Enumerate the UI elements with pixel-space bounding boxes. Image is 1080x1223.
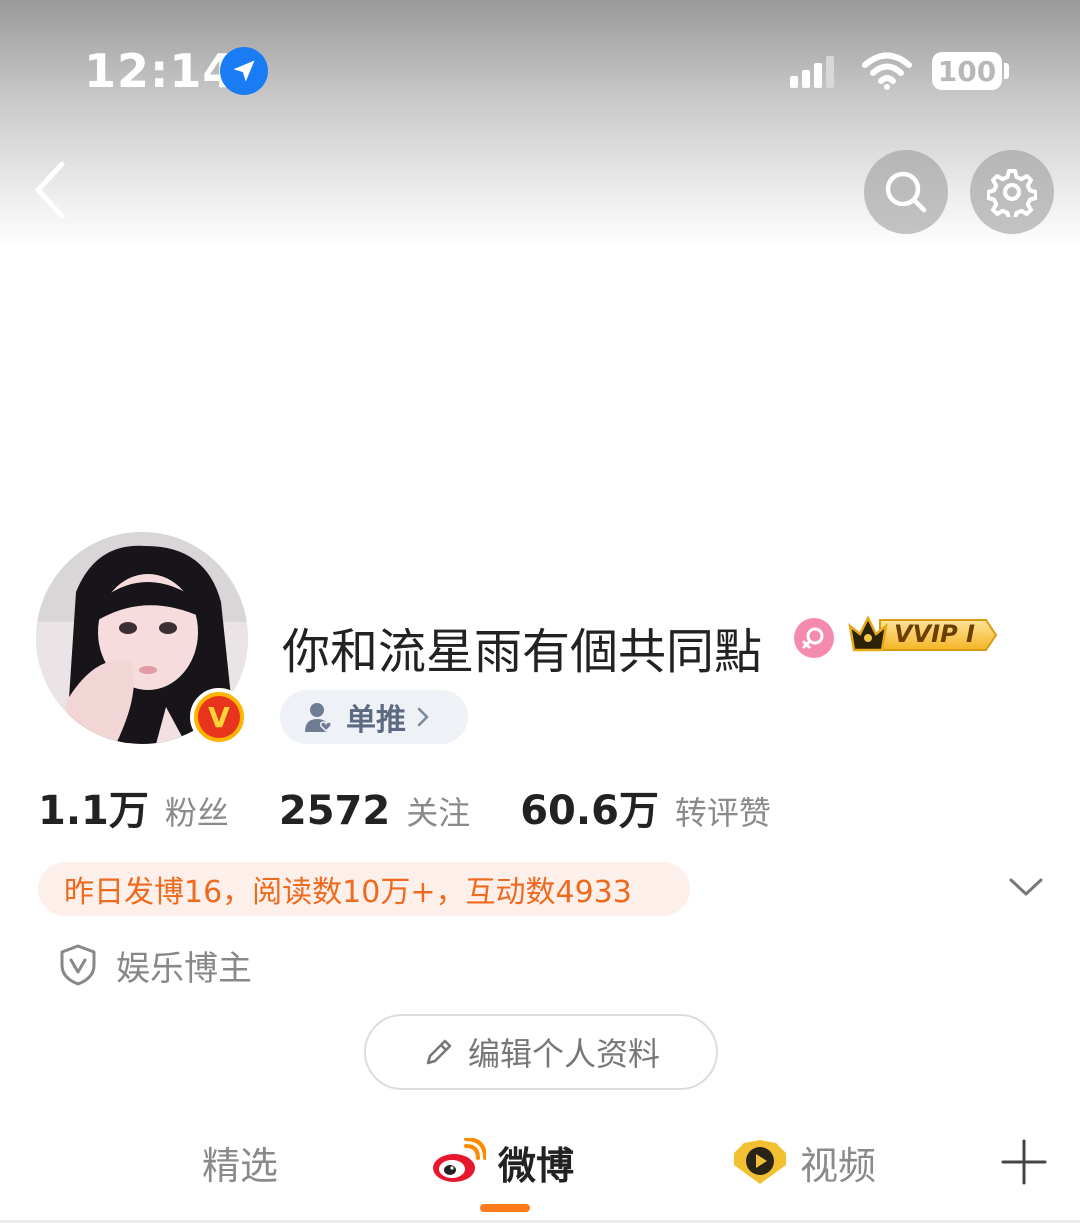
add-tab-button[interactable] [1000,1138,1048,1186]
battery-level: 100 [937,54,997,88]
edit-profile-label: 编辑个人资料 [467,1035,660,1073]
status-time: 12:14 [84,44,236,98]
edit-profile-button[interactable]: 编辑个人资料 [364,1014,718,1090]
category-label: 娱乐博主 [116,948,252,989]
vvip-label: VVIP I [894,620,975,648]
username: 你和流星雨有個共同點 [282,624,763,680]
activity-text: 昨日发博16，阅读数10万+，互动数4933 [64,875,632,910]
tab-label: 精选 [202,1143,279,1188]
cellular-signal-icon [790,56,834,88]
stat-value: 60.6万 [520,788,659,834]
stat-value: 2572 [278,788,391,834]
chevron-right-icon [417,707,429,727]
tab-video[interactable]: 视频 [732,1132,876,1192]
female-gender-icon [794,618,834,658]
search-icon [885,171,927,213]
fan-tag-label: 单推 [346,703,406,738]
activity-summary[interactable]: 昨日发博16，阅读数10万+，互动数4933 [38,862,690,916]
battery-tip [1004,63,1009,79]
stat-interactions[interactable]: 60.6万 转评赞 [520,778,771,836]
shield-v-icon [60,944,96,986]
active-tab-indicator [480,1204,530,1212]
status-bar: 12:14 100 [0,0,1080,140]
battery-icon: 100 [932,52,1002,90]
back-button[interactable] [24,158,80,222]
video-play-icon [734,1140,786,1184]
stats-row: 1.1万 粉丝 2572 关注 60.6万 转评赞 [38,778,771,834]
stat-label: 关注 [406,794,471,832]
back-chevron-icon [35,161,65,219]
gear-icon [987,169,1037,217]
stat-label: 粉丝 [164,794,229,832]
chevron-down-icon[interactable] [1006,872,1046,902]
settings-button[interactable] [970,150,1054,234]
stat-label: 转评赞 [674,794,771,832]
tab-label: 视频 [800,1143,877,1188]
wifi-icon [862,52,912,90]
stat-following[interactable]: 2572 关注 [279,788,470,834]
verified-badge-letter: V [198,696,240,738]
verified-badge: V [190,688,248,746]
stat-value: 1.1万 [38,788,149,834]
tab-featured[interactable]: 精选 [202,1132,278,1192]
stat-followers[interactable]: 1.1万 粉丝 [38,778,229,836]
tab-label: 微博 [498,1143,575,1188]
category-row: 娱乐博主 [58,940,252,990]
tab-weibo[interactable]: 微博 [430,1132,574,1192]
fan-tag-button[interactable]: 单推 [280,690,468,744]
search-button[interactable] [864,150,948,234]
pencil-icon [426,1039,452,1065]
location-arrow-icon [220,47,268,95]
user-heart-icon [305,703,332,733]
weibo-logo-icon [433,1138,486,1182]
